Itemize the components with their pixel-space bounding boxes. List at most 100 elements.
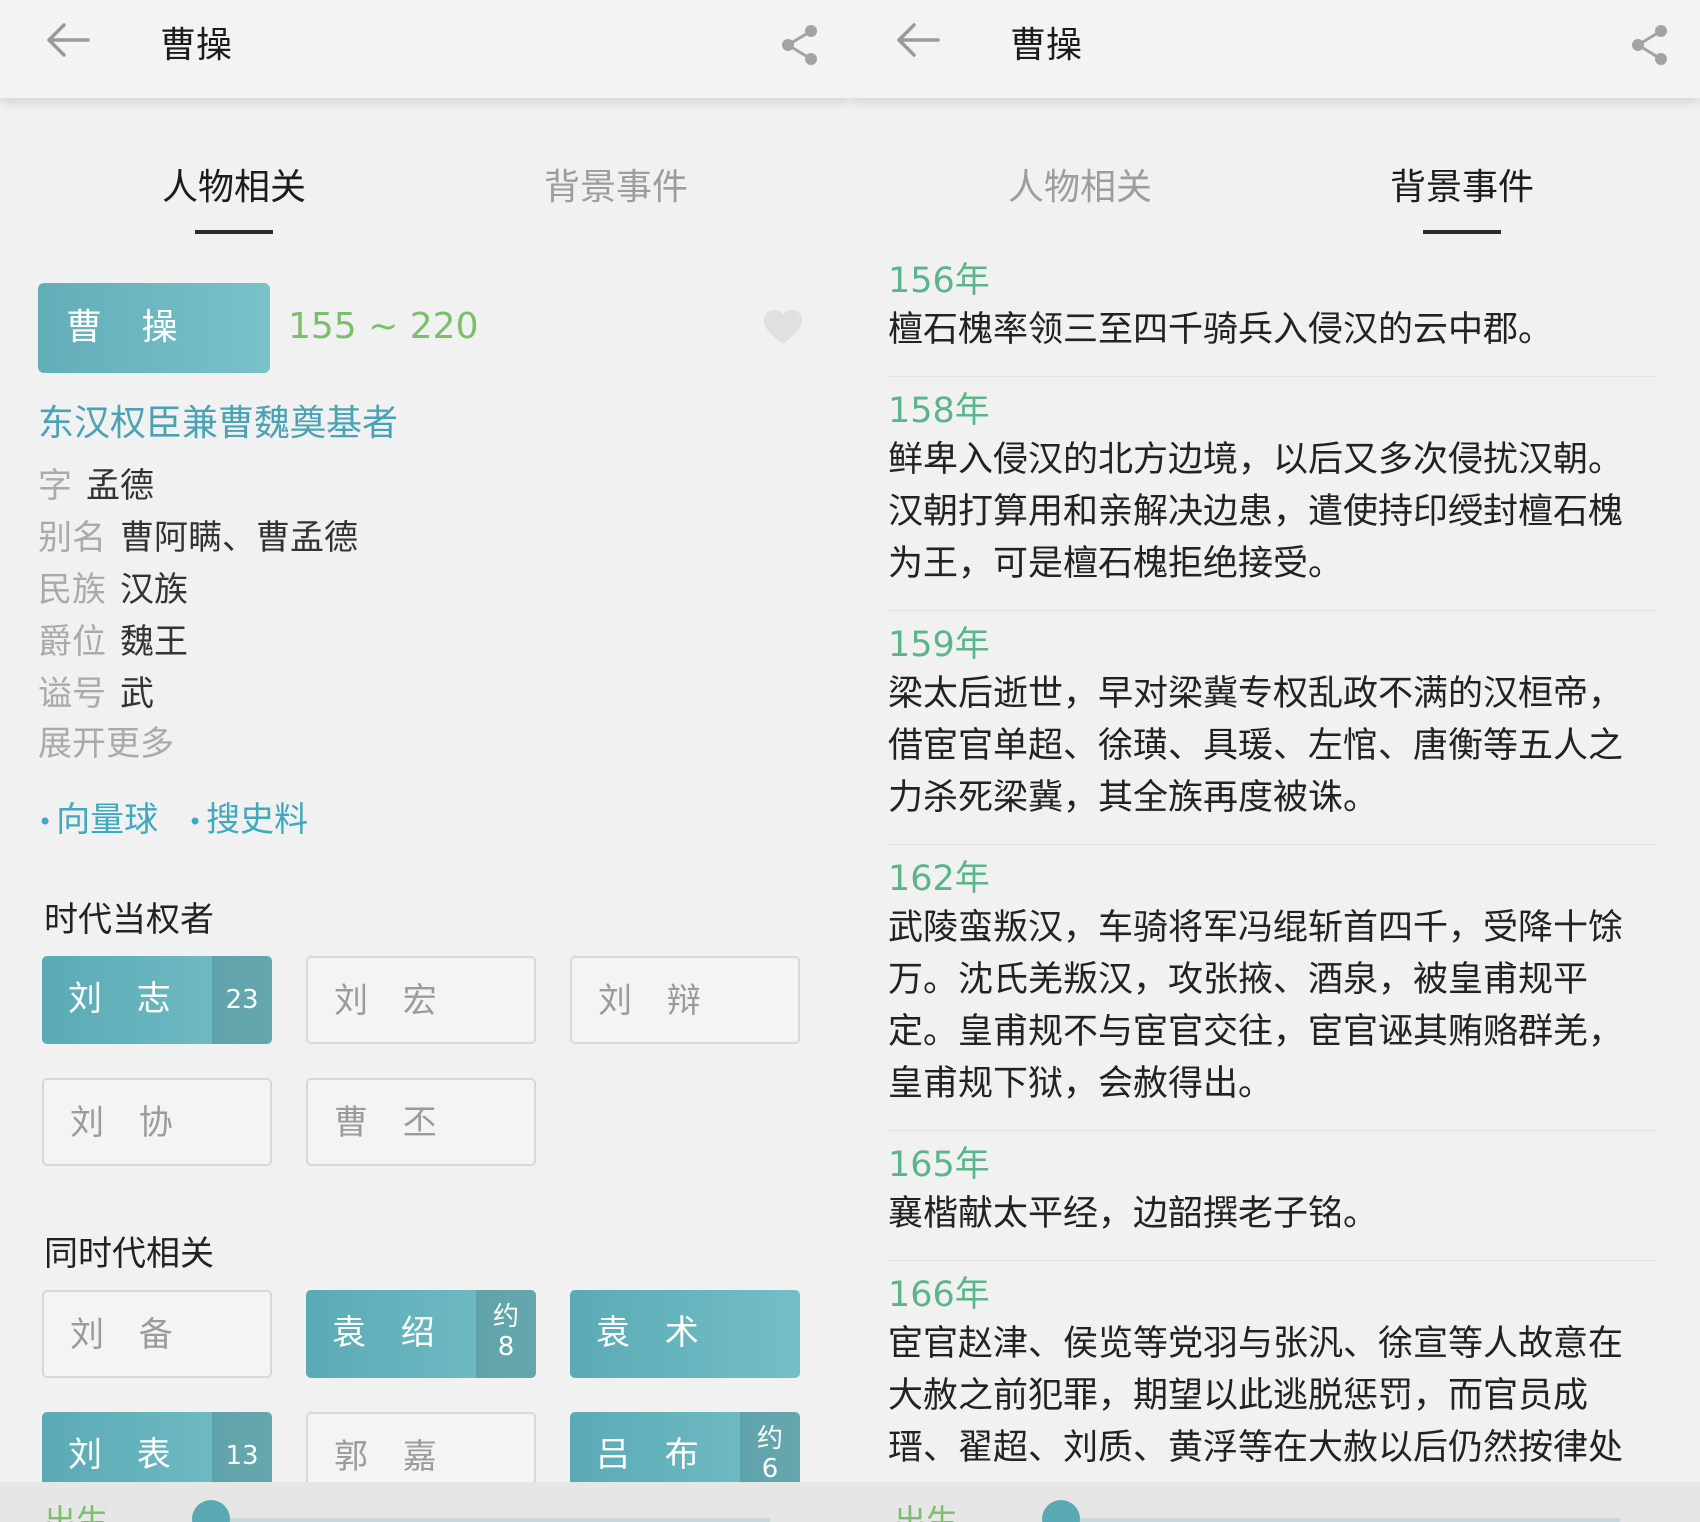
event-line: 武陵蛮叛汉，车骑将军冯绲斩首四千，受降十馀 — [888, 908, 1624, 948]
event-line: 宦官赵津、侯览等党羽与张汎、徐宣等人故意在 — [888, 1324, 1624, 1364]
chip-count-value: 6 — [761, 1454, 779, 1484]
timeline-label: 出生 — [44, 1502, 109, 1522]
share-icon[interactable] — [1628, 22, 1670, 68]
event-line: 万。沈氏羌叛汉，攻张掖、酒泉，被皇甫规平 — [888, 960, 1589, 1000]
info-value: 孟德 — [86, 466, 154, 506]
divider — [888, 1130, 1658, 1131]
info-value: 武 — [120, 674, 154, 714]
ruler-chip[interactable]: 刘 宏 — [306, 956, 536, 1044]
back-arrow-icon[interactable] — [44, 20, 90, 60]
info-row-ethnicity: 民族 汉族 — [38, 562, 188, 611]
info-label: 字 — [38, 466, 72, 506]
event-line: 鲜卑入侵汉的北方边境，以后又多次侵扰汉朝。 — [888, 440, 1624, 480]
tab-background-events[interactable]: 背景事件 — [1342, 158, 1582, 210]
chip-label: 吕 布 — [596, 1435, 711, 1475]
section-title-contemporaries: 同时代相关 — [44, 1234, 214, 1274]
event-item: 156年 檀石槐率领三至四千骑兵入侵汉的云中郡。 — [888, 258, 1658, 356]
page-title: 曹操 — [160, 25, 233, 66]
timeline-label: 出生 — [894, 1502, 959, 1522]
expand-more-link[interactable]: 展开更多 — [38, 716, 174, 765]
bullet-icon: • — [188, 807, 203, 836]
tab-background-events[interactable]: 背景事件 — [496, 158, 736, 210]
divider — [888, 610, 1658, 611]
event-line: 为王，可是檀石槐拒绝接受。 — [888, 544, 1344, 584]
event-line: 瑨、翟超、刘质、黄浮等在大赦以后仍然按律处 — [888, 1428, 1624, 1468]
timeline-track[interactable] — [210, 1518, 770, 1522]
event-year: 162年 — [888, 859, 990, 899]
info-value: 曹阿瞒、曹孟德 — [120, 518, 358, 558]
share-icon[interactable] — [778, 22, 820, 68]
event-item: 158年 鲜卑入侵汉的北方边境，以后又多次侵扰汉朝。 汉朝打算用和亲解决边患，遣… — [888, 388, 1658, 590]
person-subtitle: 东汉权臣兼曹魏奠基者 — [38, 403, 399, 444]
lifespan: 155 ~ 220 — [288, 306, 479, 347]
event-line: 梁太后逝世，早对梁冀专权乱政不满的汉桓帝， — [888, 674, 1624, 714]
divider — [888, 376, 1658, 377]
chip-label: 刘 表 — [68, 1435, 183, 1475]
event-line: 借宦官单超、徐璜、具瑗、左悺、唐衡等五人之 — [888, 726, 1624, 766]
heart-icon[interactable] — [762, 308, 804, 346]
event-description: 梁太后逝世，早对梁冀专权乱政不满的汉桓帝， 借宦官单超、徐璜、具瑗、左悺、唐衡等… — [888, 668, 1658, 824]
info-label: 民族 — [38, 570, 106, 610]
chip-count-prefix: 约 — [756, 1424, 783, 1454]
event-description: 檀石槐率领三至四千骑兵入侵汉的云中郡。 — [888, 304, 1658, 356]
app-bar: 曹操 — [0, 0, 850, 98]
info-value: 汉族 — [120, 570, 188, 610]
info-value: 魏王 — [120, 622, 188, 662]
info-row-posthumous-name: 谥号武 — [38, 666, 154, 715]
event-line: 檀石槐率领三至四千骑兵入侵汉的云中郡。 — [888, 310, 1554, 350]
event-item: 166年 宦官赵津、侯览等党羽与张汎、徐宣等人故意在 大赦之前犯罪，期望以此逃脱… — [888, 1272, 1658, 1474]
event-line: 汉朝打算用和亲解决边患，遣使持印绶封檀石槐 — [888, 492, 1624, 532]
chip-count: 23 — [212, 956, 272, 1044]
timeline-slider-handle[interactable] — [192, 1500, 230, 1522]
event-line: 襄楷献太平经，边韶撰老子铭。 — [888, 1194, 1379, 1234]
timeline-track[interactable] — [1060, 1518, 1620, 1522]
link-label: 搜史料 — [206, 800, 309, 840]
tab-person-related[interactable]: 人物相关 — [114, 158, 354, 210]
event-year: 166年 — [888, 1275, 990, 1315]
timeline-bar: 出生 — [850, 1482, 1700, 1522]
event-line: 定。皇甫规不与宦官交往，宦官诬其贿赂群羌， — [888, 1012, 1624, 1052]
event-line: 大赦之前犯罪，期望以此逃脱惩罚，而官员成 — [888, 1376, 1589, 1416]
divider — [888, 844, 1658, 845]
contemporary-chip[interactable]: 袁 术 — [570, 1290, 800, 1378]
contemporary-chip[interactable]: 袁 绍 约8 — [306, 1290, 536, 1378]
event-item: 165年 襄楷献太平经，边韶撰老子铭。 — [888, 1142, 1658, 1240]
tab-person-related[interactable]: 人物相关 — [960, 158, 1200, 210]
chip-count-value: 8 — [497, 1332, 515, 1362]
divider — [888, 1260, 1658, 1261]
ruler-chip[interactable]: 刘 志 23 — [42, 956, 272, 1044]
timeline-slider-handle[interactable] — [1042, 1500, 1080, 1522]
link-vector-ball[interactable]: • 向量球 — [38, 792, 158, 841]
event-year: 156年 — [888, 261, 990, 301]
info-row-title: 爵位 魏王 — [38, 614, 188, 663]
back-arrow-icon[interactable] — [894, 20, 940, 60]
event-description: 襄楷献太平经，边韶撰老子铭。 — [888, 1188, 1658, 1240]
info-label: 爵位 — [38, 622, 106, 662]
event-year: 159年 — [888, 625, 990, 665]
app-bar: 曹操 — [850, 0, 1700, 98]
events-panel: 曹操 人物相关 背景事件 156年 檀石槐率领三至四千骑兵入侵汉的云中郡。 15… — [850, 0, 1700, 1522]
bullet-icon: • — [38, 807, 53, 836]
chip-label: 刘 志 — [68, 979, 183, 1019]
event-item: 162年 武陵蛮叛汉，车骑将军冯绲斩首四千，受降十馀 万。沈氏羌叛汉，攻张掖、酒… — [888, 856, 1658, 1110]
ruler-chip[interactable]: 曹 丕 — [306, 1078, 536, 1166]
section-title-rulers: 时代当权者 — [44, 900, 214, 940]
event-year: 158年 — [888, 391, 990, 431]
info-label: 别名 — [38, 518, 106, 558]
active-tab-indicator — [1423, 230, 1501, 234]
info-label: 谥号 — [38, 674, 106, 714]
event-line: 皇甫规下狱，会赦得出。 — [888, 1064, 1274, 1104]
link-label: 向量球 — [56, 800, 159, 840]
ruler-chip[interactable]: 刘 协 — [42, 1078, 272, 1166]
contemporary-chip[interactable]: 刘 备 — [42, 1290, 272, 1378]
event-year: 165年 — [888, 1145, 990, 1185]
person-name-badge: 曹 操 — [38, 283, 270, 373]
chip-count-prefix: 约 — [492, 1302, 519, 1332]
chip-count: 约8 — [476, 1290, 536, 1378]
link-search-history[interactable]: • 搜史料 — [188, 792, 308, 841]
info-row-alias: 别名 曹阿瞒、曹孟德 — [38, 510, 358, 559]
person-panel: 曹操 人物相关 背景事件 曹 操 155 ~ 220 东汉权臣兼曹魏奠基者 字孟… — [0, 0, 850, 1522]
event-description: 鲜卑入侵汉的北方边境，以后又多次侵扰汉朝。 汉朝打算用和亲解决边患，遣使持印绶封… — [888, 434, 1658, 590]
ruler-chip[interactable]: 刘 辩 — [570, 956, 800, 1044]
timeline-bar: 出生 — [0, 1482, 850, 1522]
